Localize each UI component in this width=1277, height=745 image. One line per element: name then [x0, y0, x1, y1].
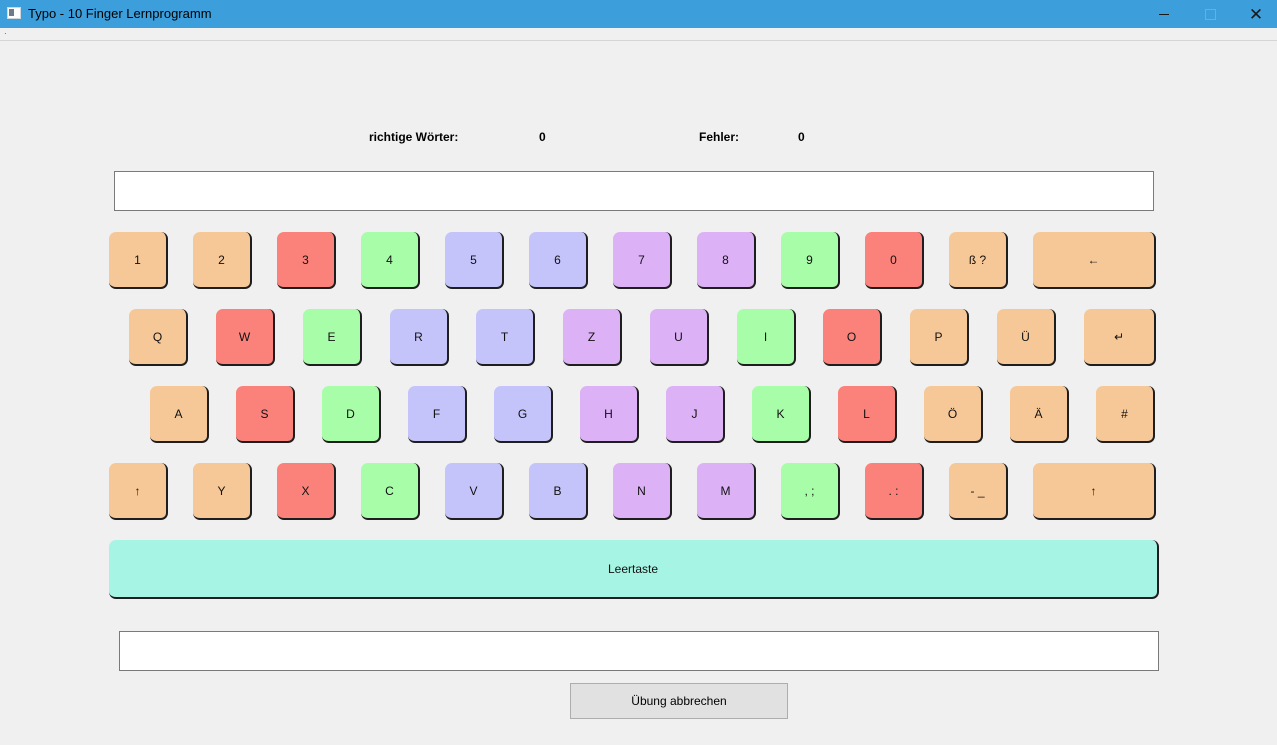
key-r1-1[interactable]: W [216, 309, 275, 366]
cancel-exercise-button[interactable]: Übung abbrechen [570, 683, 788, 719]
key-r2-5[interactable]: H [580, 386, 639, 443]
key-r1-3[interactable]: R [390, 309, 449, 366]
typing-input[interactable] [119, 631, 1159, 671]
title-bar: Typo - 10 Finger Lernprogramm ✕ [0, 0, 1277, 28]
key-r0-3[interactable]: 4 [361, 232, 420, 289]
key-r1-8[interactable]: O [823, 309, 882, 366]
key-r1-7[interactable]: I [737, 309, 796, 366]
key-r1-5[interactable]: Z [563, 309, 622, 366]
minimize-icon [1159, 13, 1169, 15]
key-r3-1[interactable]: Y [193, 463, 252, 520]
maximize-icon [1204, 8, 1216, 20]
key-r0-8[interactable]: 9 [781, 232, 840, 289]
key-r0-11[interactable]: ← [1033, 232, 1156, 289]
key-r3-11[interactable]: ↑ [1033, 463, 1156, 520]
key-r1-4[interactable]: T [476, 309, 535, 366]
target-text-field [114, 171, 1154, 211]
key-r2-6[interactable]: J [666, 386, 725, 443]
key-r2-1[interactable]: S [236, 386, 295, 443]
key-r2-7[interactable]: K [752, 386, 811, 443]
errors-label: Fehler: [699, 130, 740, 144]
key-r3-10[interactable]: - _ [949, 463, 1008, 520]
key-r1-11[interactable]: ↵ [1084, 309, 1156, 366]
app-icon [7, 7, 21, 19]
menu-divider [0, 40, 1277, 41]
key-r1-9[interactable]: P [910, 309, 969, 366]
key-r0-6[interactable]: 7 [613, 232, 672, 289]
key-r2-0[interactable]: A [150, 386, 209, 443]
correct-words-value: 0 [539, 130, 546, 144]
minimize-button[interactable] [1141, 0, 1187, 28]
key-r0-0[interactable]: 1 [109, 232, 168, 289]
key-r2-3[interactable]: F [408, 386, 467, 443]
key-r0-1[interactable]: 2 [193, 232, 252, 289]
key-r3-9[interactable]: . : [865, 463, 924, 520]
key-r1-2[interactable]: E [303, 309, 362, 366]
close-icon: ✕ [1248, 4, 1264, 24]
key-r1-10[interactable]: Ü [997, 309, 1056, 366]
key-r3-0[interactable]: ↑ [109, 463, 168, 520]
window-title: Typo - 10 Finger Lernprogramm [28, 6, 212, 21]
key-r0-9[interactable]: 0 [865, 232, 924, 289]
key-r2-4[interactable]: G [494, 386, 553, 443]
key-r0-5[interactable]: 6 [529, 232, 588, 289]
key-r1-6[interactable]: U [650, 309, 709, 366]
key-r0-10[interactable]: ß ? [949, 232, 1008, 289]
key-r1-0[interactable]: Q [129, 309, 188, 366]
key-r0-2[interactable]: 3 [277, 232, 336, 289]
key-r2-11[interactable]: # [1096, 386, 1155, 443]
key-space[interactable]: Leertaste [109, 540, 1159, 599]
key-r0-4[interactable]: 5 [445, 232, 504, 289]
maximize-button[interactable] [1187, 0, 1233, 28]
key-r2-2[interactable]: D [322, 386, 381, 443]
key-r0-7[interactable]: 8 [697, 232, 756, 289]
key-r3-7[interactable]: M [697, 463, 756, 520]
key-r2-10[interactable]: Ä [1010, 386, 1069, 443]
errors-value: 0 [798, 130, 805, 144]
correct-words-label: richtige Wörter: [369, 130, 459, 144]
key-r3-8[interactable]: , ; [781, 463, 840, 520]
close-button[interactable]: ✕ [1233, 0, 1277, 28]
key-r3-6[interactable]: N [613, 463, 672, 520]
key-r2-8[interactable]: L [838, 386, 897, 443]
key-r3-4[interactable]: V [445, 463, 504, 520]
key-r2-9[interactable]: Ö [924, 386, 983, 443]
menu-strip: · [4, 29, 7, 38]
key-r3-5[interactable]: B [529, 463, 588, 520]
key-r3-2[interactable]: X [277, 463, 336, 520]
key-r3-3[interactable]: C [361, 463, 420, 520]
